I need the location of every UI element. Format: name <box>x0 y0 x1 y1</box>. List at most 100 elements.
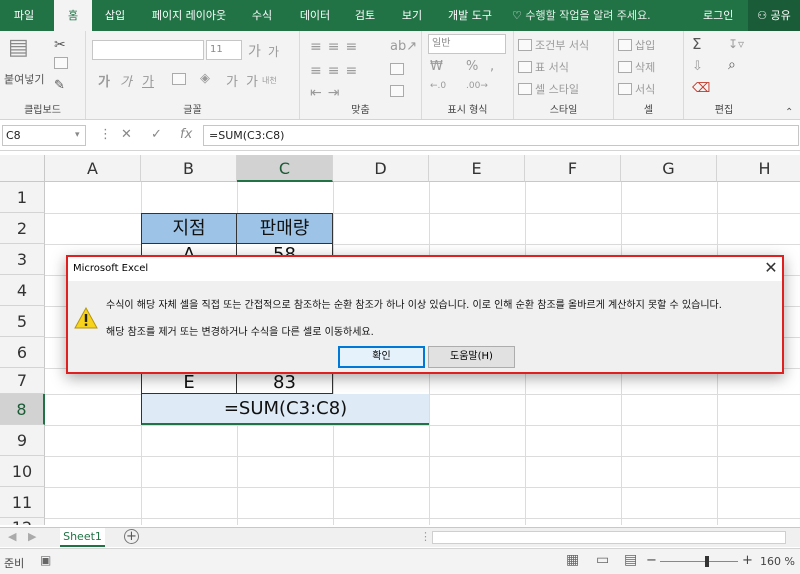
name-box[interactable]: C8 <box>2 125 86 146</box>
enter-formula-button[interactable]: ✓ <box>151 127 162 142</box>
increase-decimal-icon[interactable]: ←.0 <box>430 81 446 91</box>
wrap-text-icon[interactable] <box>390 63 407 76</box>
tab-home[interactable]: 홈 <box>54 0 92 31</box>
format-cells-button[interactable]: 서식 <box>618 81 655 97</box>
column-header-e[interactable]: E <box>429 155 525 182</box>
collapse-ribbon-icon[interactable]: ⌃ <box>785 107 793 118</box>
number-format-combo[interactable]: 일반 <box>428 34 506 54</box>
row-header-9[interactable]: 9 <box>0 425 45 456</box>
tab-data[interactable]: 데이터 <box>291 0 339 31</box>
zoom-slider[interactable] <box>660 561 738 562</box>
row-header-3[interactable]: 3 <box>0 244 45 275</box>
zoom-in-button[interactable]: + <box>742 553 753 568</box>
sheet-scroll-right-icon[interactable]: ▶ <box>28 530 36 543</box>
format-painter-icon[interactable]: ✎ <box>54 78 65 93</box>
zoom-level[interactable]: 160 % <box>760 555 795 568</box>
column-header-b[interactable]: B <box>141 155 237 182</box>
copy-icon[interactable] <box>54 57 71 70</box>
tab-insert[interactable]: 삽입 <box>96 0 134 31</box>
tab-developer[interactable]: 개발 도구 <box>440 0 500 31</box>
login-button[interactable]: 로그인 <box>703 0 733 31</box>
column-header-f[interactable]: F <box>525 155 621 182</box>
name-box-dropdown-icon[interactable]: ▾ <box>75 130 80 140</box>
zoom-out-button[interactable]: − <box>646 553 657 568</box>
row-header-5[interactable]: 5 <box>0 306 45 337</box>
row-header-4[interactable]: 4 <box>0 275 45 306</box>
column-header-c[interactable]: C <box>237 155 333 182</box>
cell-b8-merged[interactable]: =SUM(C3:C8) <box>141 394 429 425</box>
percent-style-icon[interactable]: % <box>466 59 478 74</box>
tab-view[interactable]: 보기 <box>393 0 431 31</box>
cell-c2[interactable]: 판매량 <box>236 213 333 244</box>
horizontal-scrollbar[interactable] <box>432 531 786 544</box>
ok-button[interactable]: 확인 <box>338 346 425 368</box>
macro-record-icon[interactable]: ▣ <box>40 553 51 567</box>
tab-page-layout[interactable]: 페이지 레이아웃 <box>140 0 238 31</box>
tab-file[interactable]: 파일 <box>0 0 48 31</box>
fill-icon[interactable]: ⇩ <box>692 59 703 74</box>
column-header-a[interactable]: A <box>45 155 141 182</box>
close-icon[interactable]: ✕ <box>762 259 780 277</box>
row-header-2[interactable]: 2 <box>0 213 45 244</box>
vertical-align-icons[interactable]: ≡≡≡ <box>310 39 363 55</box>
column-header-d[interactable]: D <box>333 155 429 182</box>
indent-icons[interactable]: ⇤⇥ <box>310 85 345 101</box>
horizontal-align-icons[interactable]: ≡≡≡ <box>310 63 363 79</box>
row-header-6[interactable]: 6 <box>0 337 45 368</box>
tab-formulas[interactable]: 수식 <box>243 0 281 31</box>
row-header-7[interactable]: 7 <box>0 368 45 394</box>
column-header-g[interactable]: G <box>621 155 717 182</box>
bold-button[interactable]: 가 <box>98 71 110 90</box>
paste-icon[interactable]: ▤ <box>8 35 29 60</box>
row-header-10[interactable]: 10 <box>0 456 45 487</box>
underline-button[interactable]: 가 <box>142 71 154 90</box>
tell-me-box[interactable]: ♡ 수행할 작업을 알려 주세요. <box>512 0 651 31</box>
phonetic-button[interactable]: 가 <box>246 71 258 90</box>
cut-icon[interactable]: ✂ <box>54 37 66 53</box>
border-icon[interactable] <box>172 73 189 86</box>
font-size-combo[interactable]: 11 <box>206 40 242 60</box>
column-header-h[interactable]: H <box>717 155 800 182</box>
zoom-slider-thumb[interactable] <box>705 556 709 567</box>
add-sheet-icon[interactable]: + <box>124 529 139 544</box>
sheet-scroll-left-icon[interactable]: ◀ <box>8 530 16 543</box>
font-color-button[interactable]: 가 <box>226 71 238 90</box>
insert-function-button[interactable]: fx <box>180 127 192 142</box>
cancel-formula-button[interactable]: ✕ <box>121 127 132 142</box>
clear-icon[interactable]: ⌫ <box>692 81 710 96</box>
tab-splitter-icon[interactable]: ⋮ <box>420 530 431 543</box>
comma-style-icon[interactable]: , <box>490 59 494 74</box>
grow-font-button[interactable]: 가 <box>248 41 261 61</box>
page-layout-view-icon[interactable]: ▭ <box>596 552 609 568</box>
fill-color-icon[interactable]: ◈ <box>200 71 210 86</box>
sheet-tab-sheet1[interactable]: Sheet1 <box>60 528 105 547</box>
normal-view-icon[interactable]: ▦ <box>566 552 579 568</box>
cell-styles-button[interactable]: 셀 스타일 <box>518 81 579 97</box>
autosum-icon[interactable]: Σ <box>692 35 701 53</box>
cell-b2[interactable]: 지점 <box>141 213 237 244</box>
tab-review[interactable]: 검토 <box>346 0 384 31</box>
insert-cells-button[interactable]: 삽입 <box>618 37 655 53</box>
find-select-icon[interactable]: ⌕ <box>728 57 736 73</box>
share-button[interactable]: ⚇ 공유 <box>748 0 800 31</box>
shrink-font-button[interactable]: 가 <box>268 43 279 60</box>
row-header-11[interactable]: 11 <box>0 487 45 518</box>
page-break-view-icon[interactable]: ▤ <box>624 552 637 568</box>
italic-button[interactable]: 가 <box>120 71 132 90</box>
formula-input[interactable]: =SUM(C3:C8) <box>203 125 799 146</box>
format-as-table-button[interactable]: 표 서식 <box>518 59 569 75</box>
row-header-12[interactable]: 12 <box>0 518 45 525</box>
accounting-format-icon[interactable]: ₩ <box>430 59 443 74</box>
help-button[interactable]: 도움말(H) <box>428 346 515 368</box>
font-name-combo[interactable] <box>92 40 204 60</box>
paste-button[interactable]: 붙여넣기 <box>4 71 44 87</box>
decrease-decimal-icon[interactable]: .00→ <box>466 81 488 91</box>
delete-cells-button[interactable]: 삭제 <box>618 59 655 75</box>
sort-filter-icon[interactable]: ↧▿ <box>728 37 744 51</box>
row-header-1[interactable]: 1 <box>0 182 45 213</box>
select-all-corner[interactable] <box>0 155 45 182</box>
orientation-icon[interactable]: ab↗ <box>390 39 417 54</box>
merge-center-icon[interactable] <box>390 85 407 98</box>
conditional-formatting-button[interactable]: 조건부 서식 <box>518 37 589 53</box>
row-header-8[interactable]: 8 <box>0 394 45 425</box>
